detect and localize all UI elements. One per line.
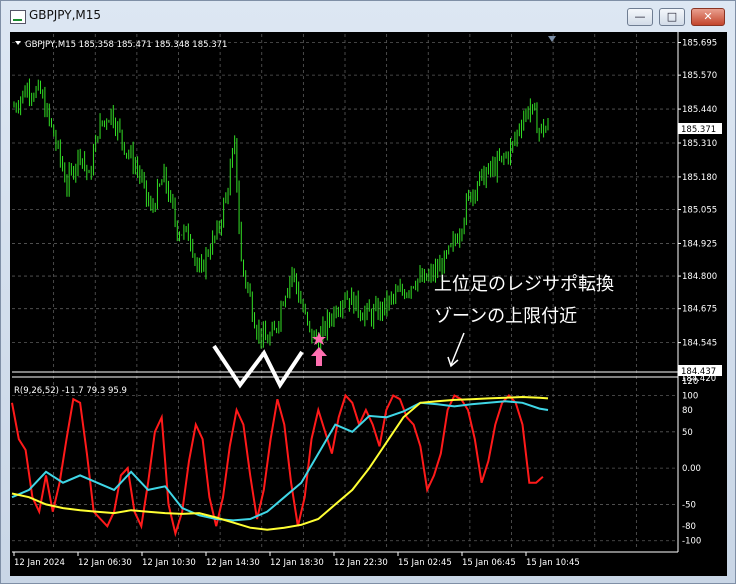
x-tick-label: 15 Jan 10:45	[526, 558, 580, 568]
x-tick-label: 12 Jan 18:30	[270, 558, 324, 568]
sub-y-tick-label: 80	[682, 406, 693, 416]
shift-marker-icon[interactable]	[548, 36, 556, 42]
x-tick-label: 12 Jan 22:30	[334, 558, 388, 568]
chart-window: GBPJPY,M15 — □ ✕ 184.545 184.675 184.800 18…	[0, 0, 736, 584]
y-tick-label: 184.675	[682, 305, 717, 315]
sub-y-tick-label: 50	[682, 428, 693, 438]
annotation-arrow-icon	[447, 332, 465, 368]
sub-y-tick-label: -50	[682, 500, 696, 510]
y-tick-label: 185.440	[682, 105, 717, 115]
sub-y-tick-label: -100	[682, 537, 701, 547]
minimize-button[interactable]: —	[627, 8, 653, 26]
y-tick-label: 185.570	[682, 71, 717, 81]
chart-area[interactable]: 184.545 184.675 184.800 184.925 185.055 185.1…	[10, 32, 727, 576]
buy-arrow-icon[interactable]	[311, 347, 327, 366]
y-tick-label: 185.310	[682, 139, 717, 149]
x-tick-label: 12 Jan 10:30	[142, 558, 196, 568]
x-tick-label: 15 Jan 02:45	[398, 558, 452, 568]
chart-canvas[interactable]: 184.545 184.675 184.800 184.925 185.055 185.1…	[10, 32, 727, 576]
x-tick-label: 12 Jan 2024	[14, 558, 65, 568]
chart-app-icon	[10, 10, 26, 24]
sub-y-tick-label: 100	[682, 392, 698, 402]
current-price-label: 185.371	[681, 125, 716, 135]
dropdown-triangle-icon[interactable]	[15, 41, 21, 45]
level-price-label: 184.437	[681, 367, 716, 377]
title-bar[interactable]: GBPJPY,M15 — □ ✕	[1, 1, 735, 31]
x-tick-label: 12 Jan 06:30	[78, 558, 132, 568]
y-tick-label: 185.180	[682, 173, 717, 183]
sub-y-tick-label: -80	[682, 522, 696, 532]
y-tick-label: 184.545	[682, 339, 717, 349]
y-tick-label: 184.800	[682, 272, 717, 282]
oscillator-series-line	[11, 393, 544, 538]
y-tick-label: 185.055	[682, 206, 717, 216]
y-tick-label: 184.925	[682, 239, 717, 249]
annotation-line-1: 上位足のレジサポ転換	[434, 274, 614, 295]
oscillator-lines	[11, 393, 549, 538]
maximize-button[interactable]: □	[659, 8, 685, 26]
sub-header: R(9,26,52) -11.7 79.3 95.9	[14, 386, 127, 396]
w-pattern-drawing[interactable]	[212, 344, 304, 389]
close-button[interactable]: ✕	[691, 8, 725, 26]
x-tick-label: 15 Jan 06:45	[462, 558, 516, 568]
annotation-line-2: ゾーンの上限付近	[434, 306, 577, 327]
main-header: GBPJPY,M15 185.358 185.471 185.348 185.3…	[25, 40, 227, 50]
window-title: GBPJPY,M15	[29, 8, 102, 22]
x-tick-label: 12 Jan 14:30	[206, 558, 260, 568]
y-tick-label: 185.695	[682, 39, 717, 49]
sub-y-tick-label: 0.00	[682, 464, 701, 474]
oscillator-series-line	[11, 395, 549, 531]
